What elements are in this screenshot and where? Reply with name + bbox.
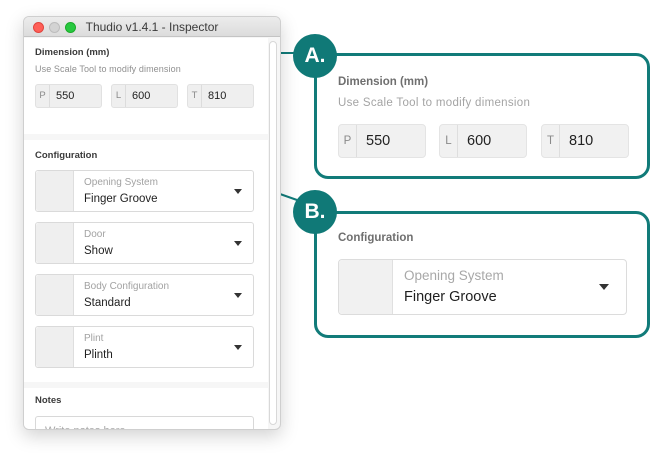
dimension-field-p[interactable]: P 550 xyxy=(35,84,102,108)
callout-a-badge: A. xyxy=(293,34,337,78)
select-value: Finger Groove xyxy=(404,289,497,305)
dimension-prefix: P xyxy=(36,85,50,107)
inspector-window: Thudio v1.4.1 - Inspector Dimension (mm)… xyxy=(23,16,281,430)
dimension-hint: Use Scale Tool to modify dimension xyxy=(35,64,181,74)
dimension-value: 600 xyxy=(467,133,492,149)
window-title: Thudio v1.4.1 - Inspector xyxy=(85,20,219,34)
plint-select[interactable]: Plint Plinth xyxy=(35,326,254,368)
dimension-section: Dimension (mm) Use Scale Tool to modify … xyxy=(24,38,268,134)
option-swatch xyxy=(36,275,74,315)
select-label: Door xyxy=(84,229,106,240)
caret-down-icon xyxy=(234,241,242,246)
notes-section: Notes xyxy=(24,388,268,429)
select-value: Show xyxy=(84,245,113,257)
title-bar[interactable]: Thudio v1.4.1 - Inspector xyxy=(24,17,280,37)
callout-dimension-field-l: L 600 xyxy=(439,124,527,158)
dimension-value: 550 xyxy=(366,133,391,149)
select-value: Standard xyxy=(84,297,131,309)
dimension-field-t[interactable]: T 810 xyxy=(187,84,254,108)
door-select[interactable]: Door Show xyxy=(35,222,254,264)
select-label: Body Configuration xyxy=(84,281,170,292)
select-label: Opening System xyxy=(404,268,504,283)
dimension-prefix: L xyxy=(112,85,126,107)
dimension-value: 600 xyxy=(132,90,151,102)
dimension-value: 810 xyxy=(569,133,594,149)
dimension-prefix: T xyxy=(542,125,560,157)
caret-down-icon xyxy=(599,284,609,290)
callout-dimension-field-p: P 550 xyxy=(338,124,426,158)
notes-title: Notes xyxy=(35,395,62,406)
dimension-title: Dimension (mm) xyxy=(35,47,110,58)
callout-b-configuration: Configuration Opening System Finger Groo… xyxy=(314,211,650,338)
inspector-content: Dimension (mm) Use Scale Tool to modify … xyxy=(24,38,268,429)
dimension-field-l[interactable]: L 600 xyxy=(111,84,178,108)
opening-system-select[interactable]: Opening System Finger Groove xyxy=(35,170,254,212)
caret-down-icon xyxy=(234,345,242,350)
caret-down-icon xyxy=(234,189,242,194)
configuration-title: Configuration xyxy=(35,150,98,161)
vertical-scrollbar[interactable] xyxy=(269,41,277,425)
callout-opening-system-select: Opening System Finger Groove xyxy=(338,259,627,315)
option-swatch xyxy=(36,327,74,367)
body-configuration-select[interactable]: Body Configuration Standard xyxy=(35,274,254,316)
caret-down-icon xyxy=(234,293,242,298)
select-label: Opening System xyxy=(84,177,158,188)
callout-dimension-title: Dimension (mm) xyxy=(338,76,429,88)
option-swatch xyxy=(36,223,74,263)
callout-b-badge: B. xyxy=(293,190,337,234)
select-value: Plinth xyxy=(84,349,113,361)
dimension-prefix: P xyxy=(339,125,357,157)
notes-textarea[interactable] xyxy=(35,416,254,429)
dimension-value: 810 xyxy=(208,90,227,102)
configuration-section: Configuration Opening System Finger Groo… xyxy=(24,140,268,382)
callout-a-dimension: Dimension (mm) Use Scale Tool to modify … xyxy=(314,53,650,179)
callout-dimension-hint: Use Scale Tool to modify dimension xyxy=(338,97,531,109)
dimension-value: 550 xyxy=(56,90,75,102)
option-swatch xyxy=(339,260,393,314)
dimension-prefix: T xyxy=(188,85,202,107)
callout-configuration-title: Configuration xyxy=(338,232,414,244)
option-swatch xyxy=(36,171,74,211)
select-label: Plint xyxy=(84,333,104,344)
select-value: Finger Groove xyxy=(84,193,158,205)
dimension-prefix: L xyxy=(440,125,458,157)
callout-dimension-field-t: T 810 xyxy=(541,124,629,158)
